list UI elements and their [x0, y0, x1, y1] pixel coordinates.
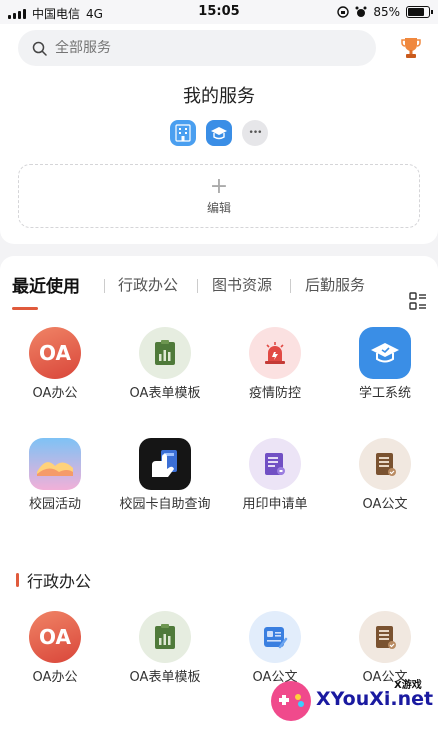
app-label: OA办公: [32, 670, 78, 685]
id-card-icon: [249, 611, 301, 663]
building-icon[interactable]: [170, 120, 196, 146]
more-icon[interactable]: •••: [242, 120, 268, 146]
stamp-form-icon: [249, 438, 301, 490]
my-services-title: 我的服务: [183, 86, 255, 107]
edit-label: 编辑: [206, 201, 231, 215]
lock-rotation-icon: [337, 6, 350, 18]
app-oa-office[interactable]: OA OA办公: [0, 611, 110, 686]
app-oa-documents[interactable]: OA公文: [330, 611, 438, 686]
app-label: OA公文: [362, 497, 408, 512]
active-tab-indicator: [12, 307, 38, 310]
app-label: OA表单模板: [129, 386, 201, 401]
category-tabs: 最近使用 行政办公 图书资源 后勤服务: [0, 272, 438, 312]
tab-divider: [104, 279, 105, 293]
app-seal-application[interactable]: 用印申请单: [220, 438, 330, 513]
tab-divider: [197, 279, 198, 293]
app-label: OA办公: [32, 386, 78, 401]
app-label: 疫情防控: [248, 386, 301, 401]
app-epidemic-control[interactable]: 疫情防控: [220, 327, 330, 402]
app-label: 学工系统: [358, 386, 411, 401]
battery-fill: [408, 8, 425, 16]
form-chart-icon: [139, 327, 191, 379]
trophy-icon[interactable]: [400, 36, 422, 60]
form-chart-icon: [139, 611, 191, 663]
section-title: 行政办公: [27, 572, 92, 591]
battery-percent: 85%: [373, 5, 400, 19]
graduation-cap-icon[interactable]: [206, 120, 232, 146]
search-icon: [32, 41, 47, 56]
oa-logo-icon: OA: [29, 611, 81, 663]
status-bar: 中国电信 4G 15:05 85%: [0, 0, 438, 24]
alarm-clock-icon: [355, 6, 367, 17]
tab-divider: [290, 279, 291, 293]
app-campus-activities[interactable]: 校园活动: [0, 438, 110, 513]
my-services-icons: •••: [0, 120, 438, 146]
search-bar[interactable]: [18, 30, 376, 66]
battery-icon: [406, 6, 433, 18]
app-label: 用印申请单: [242, 497, 308, 512]
gamepad-logo-icon: [271, 681, 311, 721]
app-oa-documents-card[interactable]: OA公文: [220, 611, 330, 686]
plus-icon: +: [209, 174, 229, 199]
app-oa-form-template[interactable]: OA表单模板: [110, 611, 220, 686]
app-campus-card-query[interactable]: 校园卡自助查询: [110, 438, 220, 513]
app-label: OA表单模板: [129, 670, 201, 685]
watermark-text: XYouXi.net: [316, 688, 434, 710]
section-marker: [16, 573, 19, 587]
landscape-icon: [29, 438, 81, 490]
app-oa-documents[interactable]: OA公文: [330, 438, 438, 513]
tab-admin-office[interactable]: 行政办公: [118, 274, 178, 295]
graduation-cap-icon: [359, 327, 411, 379]
status-right: 85%: [337, 5, 433, 19]
tab-library[interactable]: 图书资源: [212, 274, 272, 295]
search-input[interactable]: [55, 40, 335, 56]
app-oa-office[interactable]: OA OA办公: [0, 327, 110, 402]
app-label: 校园卡自助查询: [119, 497, 211, 512]
site-watermark: X游戏 XYouXi.net: [268, 676, 438, 726]
app-oa-form-template[interactable]: OA表单模板: [110, 327, 220, 402]
app-label: 校园活动: [28, 497, 81, 512]
service-catalog-card: 最近使用 行政办公 图书资源 后勤服务 OA OA办公 OA表单模板 疫情防控 …: [0, 256, 438, 729]
my-services-card: 我的服务 ••• + 编辑: [0, 24, 438, 244]
app-student-affairs[interactable]: 学工系统: [330, 327, 438, 402]
tab-logistics[interactable]: 后勤服务: [305, 274, 365, 295]
document-icon: [359, 438, 411, 490]
more-dots: •••: [248, 128, 263, 138]
card-hand-icon: [139, 438, 191, 490]
oa-logo-icon: OA: [29, 327, 81, 379]
category-menu-icon[interactable]: [409, 292, 427, 310]
tab-recent[interactable]: 最近使用: [12, 272, 80, 297]
alarm-icon: [249, 327, 301, 379]
section-admin-office: 行政办公: [16, 568, 91, 592]
edit-services-button[interactable]: + 编辑: [18, 164, 420, 228]
document-icon: [359, 611, 411, 663]
